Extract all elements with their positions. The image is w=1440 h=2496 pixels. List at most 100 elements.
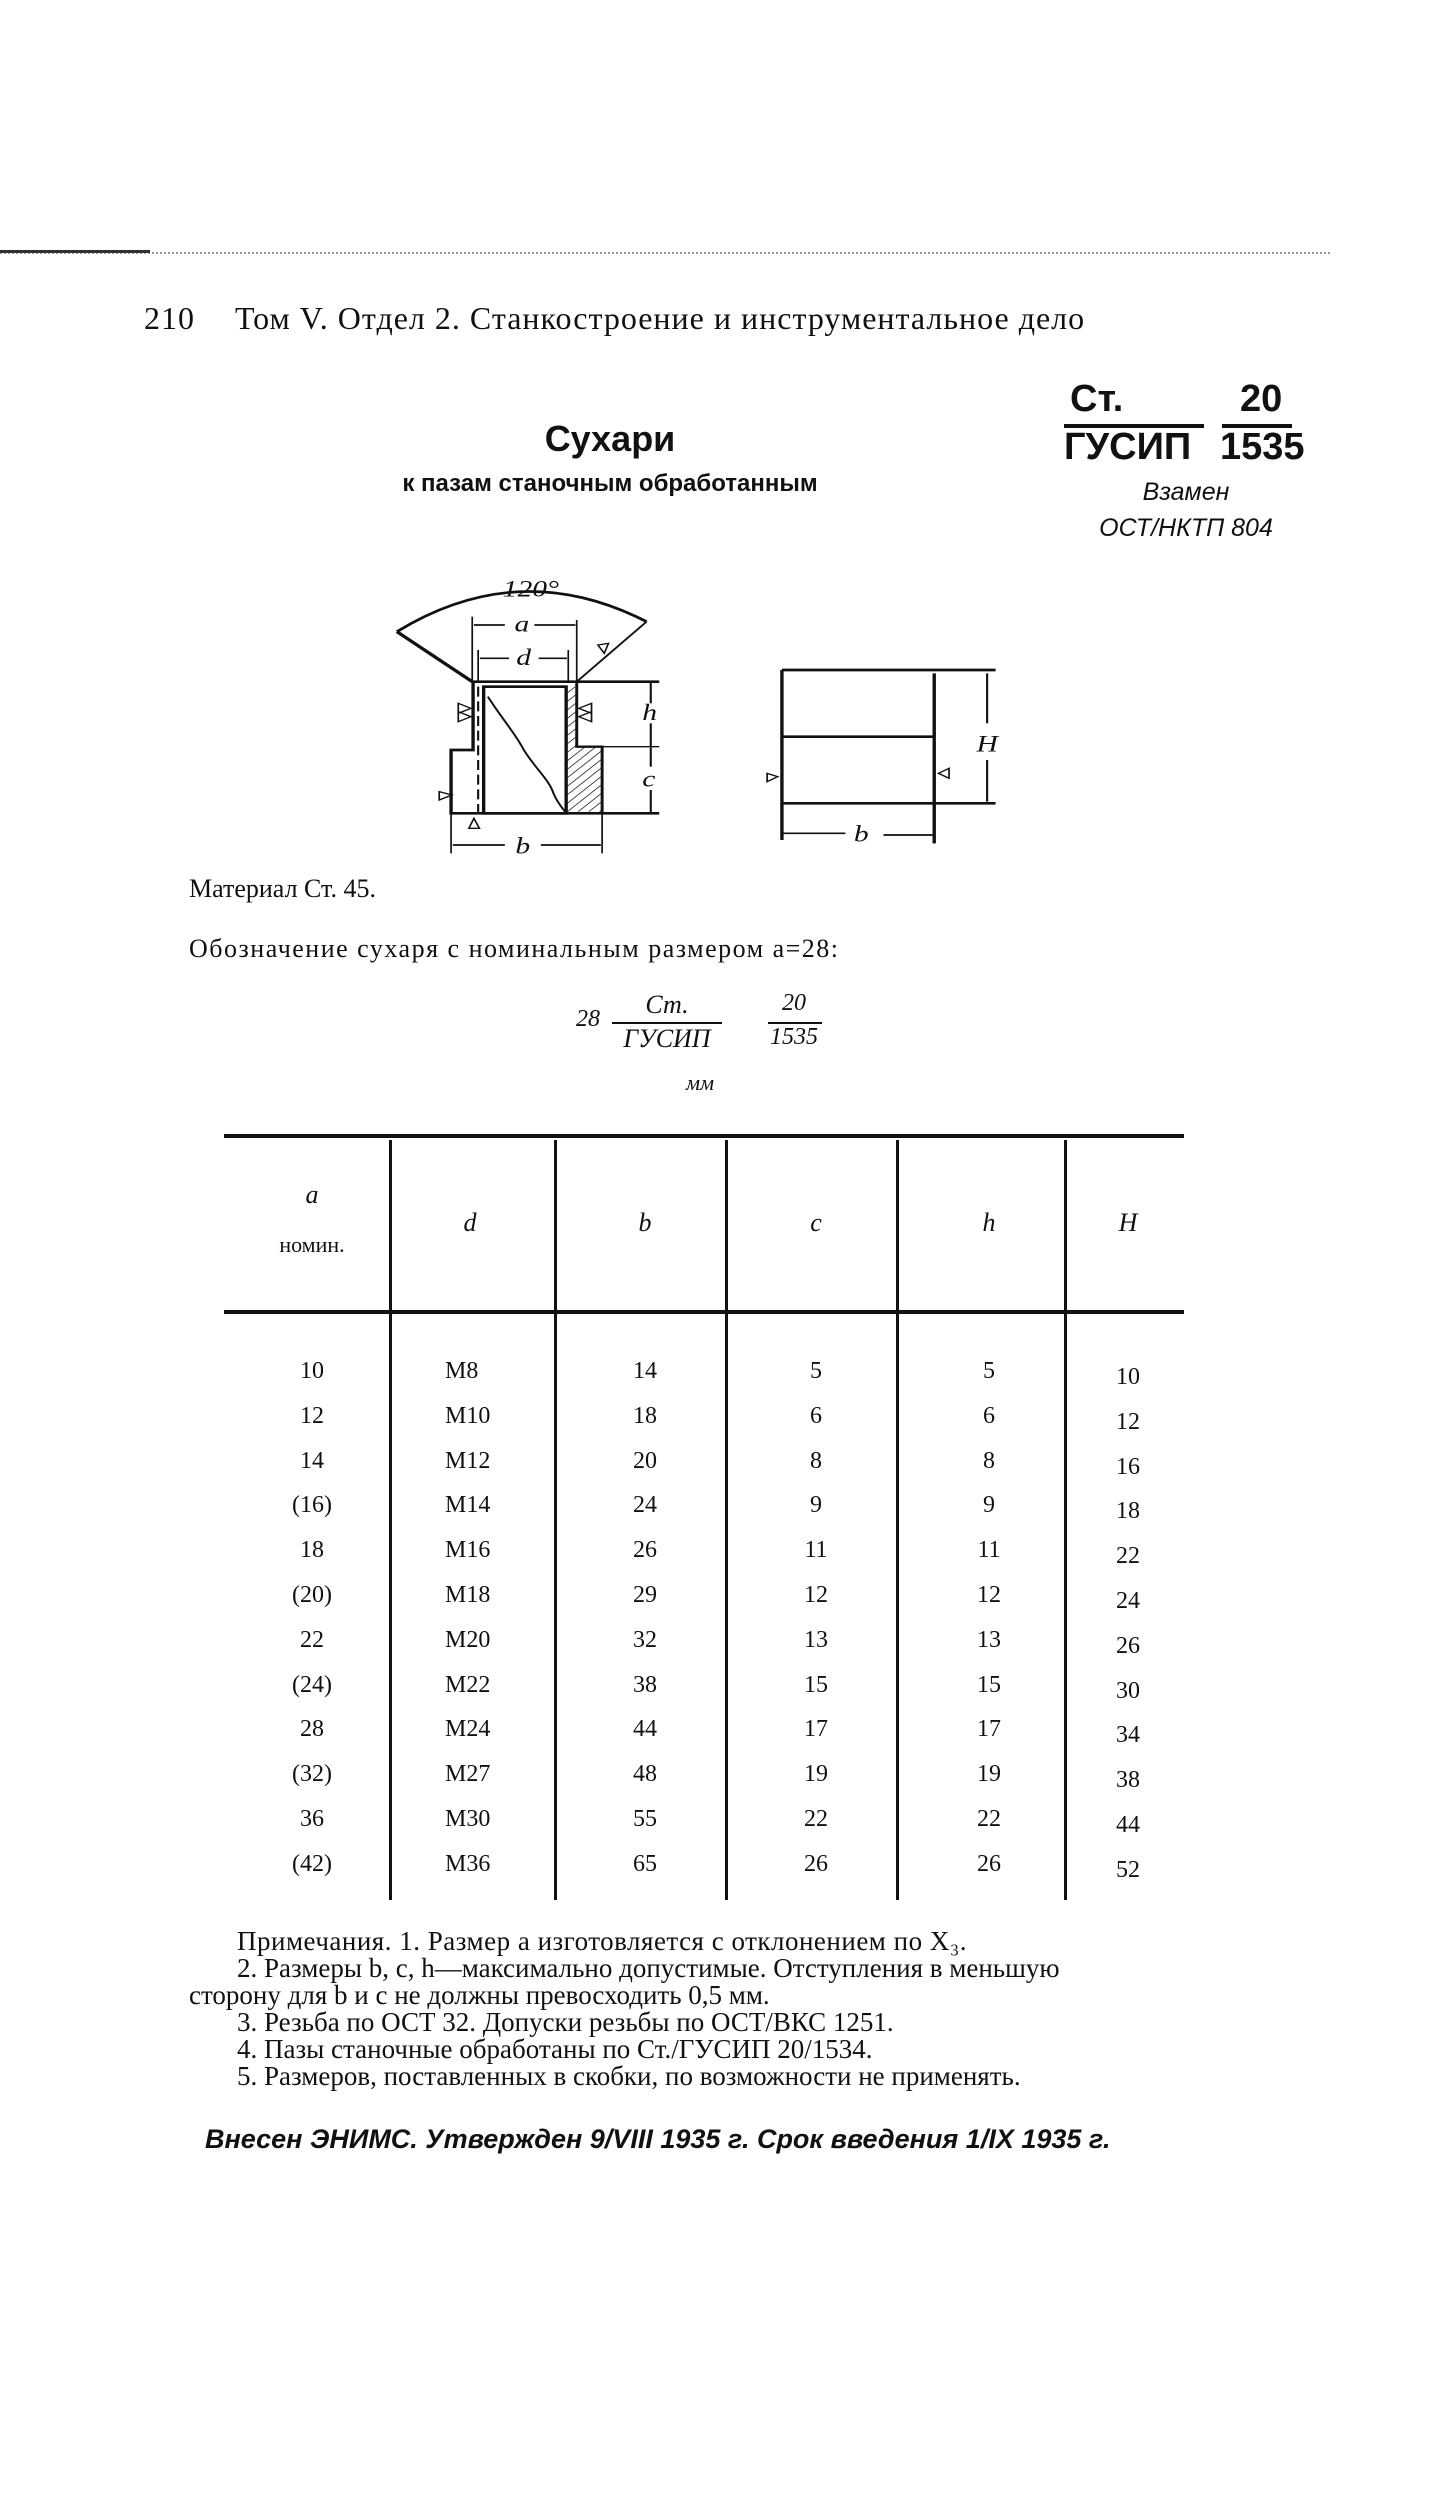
cell-a: 28 (300, 1716, 324, 1743)
standard-den-left: ГУСИП (1064, 426, 1192, 468)
cell-H: 16 (1116, 1453, 1140, 1480)
cell-d: M24 (445, 1716, 491, 1743)
cell-c: 15 (804, 1671, 828, 1698)
page-title: Сухари (544, 418, 676, 459)
designation-prefix: 28 (576, 1006, 600, 1032)
dim-b-label: b (515, 832, 530, 858)
note-line: 5. Размеров, поставленных в скобки, по в… (237, 2061, 1021, 2091)
cell-d: M14 (445, 1492, 491, 1519)
column-divider (725, 1140, 728, 1900)
column-header-a: a (305, 1180, 319, 1209)
cell-c: 9 (810, 1492, 822, 1519)
column-divider (389, 1140, 392, 1900)
cell-a: 14 (300, 1447, 324, 1474)
cell-b: 24 (633, 1492, 657, 1519)
cell-d: M16 (445, 1537, 491, 1564)
cell-H: 38 (1116, 1767, 1140, 1794)
cell-b: 14 (633, 1358, 657, 1384)
designation-den-right: 1535 (770, 1024, 818, 1050)
technical-drawing: 120° a d h c b H b (395, 576, 1000, 859)
column-divider (896, 1140, 899, 1900)
dim-a-label: a (515, 611, 530, 637)
cell-h: 19 (977, 1761, 1001, 1788)
cell-c: 26 (804, 1850, 828, 1877)
page-edge-mark (0, 250, 150, 253)
cell-H: 44 (1116, 1812, 1140, 1838)
designation-text: Обозначение сухаря с номинальным размеро… (189, 934, 840, 963)
cell-a: 36 (300, 1806, 324, 1832)
cell-H: 22 (1116, 1543, 1140, 1570)
cell-a: 22 (300, 1626, 324, 1653)
cell-d: M18 (445, 1582, 491, 1608)
cell-a: 10 (300, 1358, 324, 1384)
standard-den-right: 1535 (1220, 426, 1305, 468)
cell-h: 13 (977, 1626, 1001, 1653)
cell-h: 8 (983, 1447, 995, 1474)
page-edge-line (0, 252, 1330, 254)
cell-d: M30 (445, 1806, 491, 1832)
standard-num-left: Ст. (1070, 378, 1124, 420)
column-header-c: c (810, 1208, 822, 1237)
cell-b: 32 (633, 1626, 657, 1653)
designation-num-left: Ст. (645, 990, 689, 1019)
cell-H: 34 (1116, 1722, 1140, 1749)
footer-approval: Внесен ЭНИМС. Утвержден 9/VIII 1935 г. С… (205, 2124, 1111, 2154)
cell-h: 17 (977, 1716, 1001, 1743)
column-header-d: d (463, 1208, 477, 1237)
cell-h: 6 (983, 1402, 995, 1429)
cell-H: 24 (1116, 1588, 1140, 1614)
dim-h-label: h (642, 699, 657, 725)
column-header-b: b (638, 1208, 652, 1237)
column-header-H: H (1118, 1208, 1138, 1237)
cell-h: 15 (977, 1671, 1001, 1698)
cell-d: M10 (445, 1402, 491, 1429)
designation-num-right: 20 (782, 990, 806, 1016)
cell-a: (42) (292, 1850, 332, 1877)
cell-b: 20 (633, 1447, 657, 1474)
cell-c: 8 (810, 1447, 822, 1474)
cell-b: 44 (633, 1716, 657, 1743)
cell-c: 13 (804, 1626, 828, 1653)
column-header-h: h (982, 1208, 996, 1237)
dim-d-label: d (516, 644, 532, 670)
cell-H: 10 (1116, 1364, 1140, 1390)
cell-b: 65 (633, 1850, 657, 1877)
cell-c: 19 (804, 1761, 828, 1788)
cell-c: 17 (804, 1716, 828, 1743)
cell-b: 38 (633, 1671, 657, 1698)
dim-c-label: c (642, 766, 655, 792)
column-header-subtitle: номин. (279, 1232, 345, 1257)
cell-b: 18 (633, 1402, 657, 1429)
cell-h: 11 (977, 1537, 1001, 1564)
designation-den-left: ГУСИП (623, 1024, 711, 1053)
cell-d: M12 (445, 1447, 491, 1474)
table-header-rule (224, 1310, 1184, 1314)
cell-c: 22 (804, 1806, 828, 1832)
cell-d: M36 (445, 1850, 491, 1877)
running-title: Том V. Отдел 2. Станкостроение и инструм… (235, 300, 1086, 336)
units-label: мм (686, 1070, 715, 1095)
page-number: 210 (144, 300, 195, 336)
cell-d: M22 (445, 1671, 491, 1698)
cell-H: 52 (1116, 1856, 1140, 1883)
cell-a: (20) (292, 1582, 332, 1608)
cell-b: 29 (633, 1582, 657, 1608)
front-view (766, 668, 996, 844)
cell-h: 22 (977, 1806, 1001, 1832)
cell-c: 6 (810, 1402, 822, 1429)
cell-c: 12 (804, 1582, 828, 1608)
cell-h: 12 (977, 1582, 1001, 1608)
standard-num-right: 20 (1240, 378, 1283, 420)
column-divider (1064, 1140, 1067, 1900)
running-header: 210 Том V. Отдел 2. Станкостроение и инст… (144, 300, 1085, 337)
cell-d: M20 (445, 1626, 491, 1653)
cell-h: 26 (977, 1850, 1001, 1877)
angle-label: 120° (503, 576, 560, 602)
cell-a: 12 (300, 1402, 324, 1429)
cell-a: (32) (292, 1761, 332, 1788)
cell-H: 18 (1116, 1498, 1140, 1525)
cell-c: 5 (810, 1358, 822, 1384)
cell-b: 55 (633, 1806, 657, 1832)
cell-b: 48 (633, 1761, 657, 1788)
dim-H-label: H (975, 731, 999, 757)
